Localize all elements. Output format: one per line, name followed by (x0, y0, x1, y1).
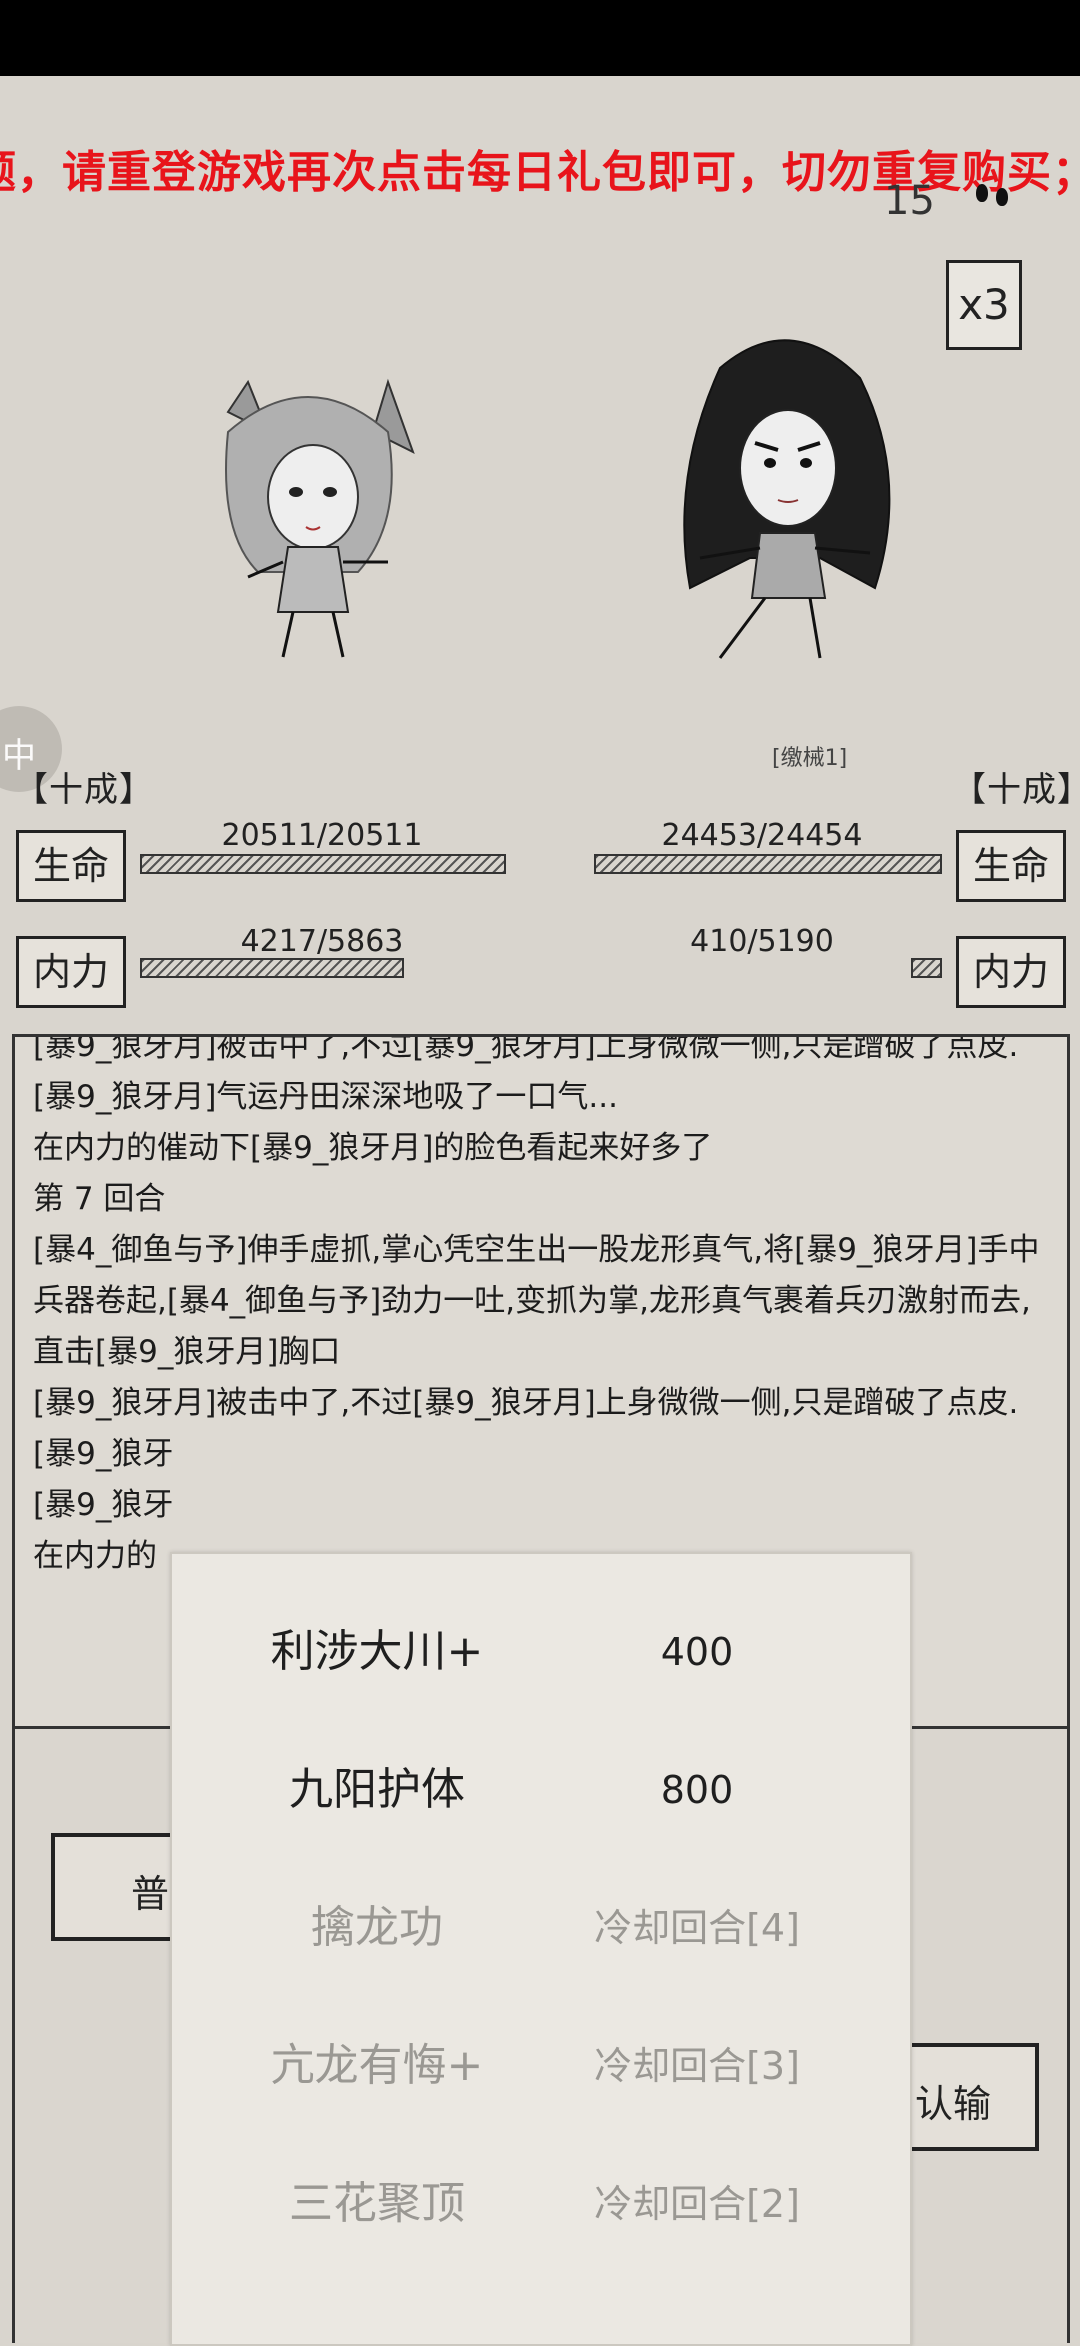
skill-cost: 800 (660, 1768, 734, 1812)
enemy-mp-label: 内力 (956, 936, 1066, 1008)
skill-name: 擒龙功 (311, 1902, 443, 1953)
skill-option[interactable]: 利涉大川+ 400 (172, 1592, 910, 1712)
player-hp-label: 生命 (16, 830, 126, 902)
enemy-mp-text: 410/5190 (690, 924, 834, 959)
skill-option[interactable]: 三花聚顶 冷却回合[2] (172, 2144, 910, 2264)
enemy-rank: 【十成】 (952, 770, 1080, 810)
footprint-icon (976, 184, 988, 202)
enemy-mp-bar (911, 958, 942, 978)
enemy-hp-bar (594, 854, 942, 874)
player-hp-bar (140, 854, 506, 874)
log-line: [暴9_狼牙月]被击中了,不过[暴9_狼牙月]上身微微一侧,只是蹭破了点皮. (33, 1385, 1019, 1421)
log-line: [暴9_狼牙月]气运丹田深深地吸了一口气... (33, 1079, 618, 1115)
skill-option[interactable]: 擒龙功 冷却回合[4] (172, 1868, 910, 1988)
player-mp-text: 4217/5863 (240, 924, 404, 959)
enemy-status-tag: [缴械1] (772, 746, 848, 771)
skill-option[interactable]: 九阳护体 800 (172, 1730, 910, 1850)
player-mp-label: 内力 (16, 936, 126, 1008)
log-line: 第 7 回合 (33, 1181, 166, 1217)
player-hp-text: 20511/20511 (221, 818, 423, 853)
log-line: [暴9_狼牙 (33, 1487, 174, 1523)
skill-option[interactable]: 亢龙有悔+ 冷却回合[3] (172, 2006, 910, 2126)
log-line: [暴9_狼牙月]被击中了,不过[暴9_狼牙月]上身微微一侧,只是蹭破了点皮. (33, 1034, 1019, 1064)
skill-name: 利涉大川+ (270, 1626, 484, 1677)
skill-name: 亢龙有悔+ (270, 2040, 484, 2091)
player-mp-bar (140, 958, 404, 978)
enemy-hp-label: 生命 (956, 830, 1066, 902)
log-line: [暴4_御鱼与予]伸手虚抓,掌心凭空生出一股龙形真气,将[暴9_狼牙月]手中兵器… (33, 1232, 1040, 1370)
skill-cost: 400 (660, 1630, 734, 1674)
skill-cost: 冷却回合[2] (594, 2182, 800, 2226)
enemy-character (683, 339, 891, 659)
battle-log-lines: [暴9_狼牙月]被击中了,不过[暴9_狼牙月]上身微微一侧,只是蹭破了点皮. [暴… (33, 1034, 1053, 1582)
status-bar (0, 0, 1080, 76)
skill-menu: 利涉大川+ 400 九阳护体 800 擒龙功 冷却回合[4] 亢龙有悔+ 冷却回合[3] 三花聚… (170, 1552, 912, 2346)
player-character (225, 378, 415, 658)
speed-button[interactable]: x3 (946, 260, 1022, 350)
skill-name: 九阳护体 (289, 1764, 465, 1815)
enemy-hp-text: 24453/24454 (661, 818, 863, 853)
skill-name: 三花聚顶 (289, 2178, 465, 2229)
log-line: [暴9_狼牙 (33, 1436, 174, 1472)
log-line: 在内力的催动下[暴9_狼牙月]的脸色看起来好多了 (33, 1130, 713, 1166)
footprint-icon (996, 188, 1008, 206)
skill-cost: 冷却回合[4] (594, 1906, 800, 1950)
skill-cost: 冷却回合[3] (594, 2044, 800, 2088)
turn-counter: 15 (884, 178, 935, 224)
surrender-button-label: 认输 (915, 2082, 992, 2126)
player-rank: 【十成】 (14, 770, 154, 810)
